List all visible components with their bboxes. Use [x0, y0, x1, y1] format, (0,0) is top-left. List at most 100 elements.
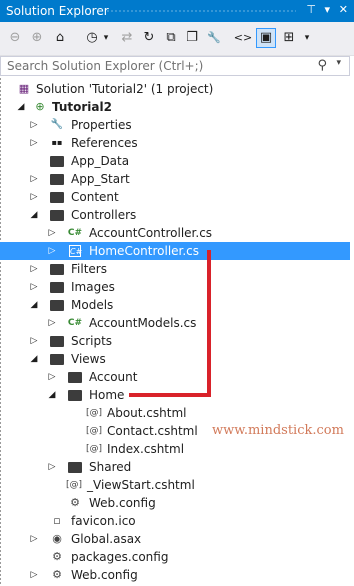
search-box[interactable]: Search Solution Explorer (Ctrl+;) ⚲ ▾: [0, 56, 350, 76]
solution-tree: ▦ Solution 'Tutorial2' (1 project) ◢ ⊕ T…: [0, 78, 354, 586]
tree-item-solution[interactable]: ▦ Solution 'Tutorial2' (1 project): [0, 80, 350, 98]
tree-item-label: Scripts: [71, 334, 113, 348]
refresh-icon[interactable]: ↻: [140, 28, 158, 48]
collapsed-arrow-icon[interactable]: ▷: [47, 242, 57, 260]
tree-item-label: packages.config: [71, 550, 169, 564]
tree-item-label: Images: [71, 280, 115, 294]
tree-item-references[interactable]: ▷ ▪▪ References: [0, 134, 350, 152]
tree-item-account-folder[interactable]: ▷ Account: [0, 368, 350, 386]
folder-icon: [49, 352, 65, 366]
wrench-icon: 🔧: [50, 119, 64, 130]
history-icon[interactable]: ◷: [83, 28, 101, 48]
config-file-icon: ⚙: [70, 496, 80, 509]
references-icon: ▪▪: [51, 138, 63, 147]
tree-item-global-asax[interactable]: ▷ ◉ Global.asax: [0, 530, 350, 548]
collapse-all-icon[interactable]: ⧉: [162, 28, 180, 48]
toolbar-dropdown-icon[interactable]: ▾: [302, 28, 312, 48]
folder-icon: [49, 262, 65, 276]
title-grip[interactable]: [106, 9, 296, 14]
collapsed-arrow-icon[interactable]: ▷: [29, 134, 39, 152]
tree-item-label: Tutorial2: [52, 100, 112, 114]
tree-item-label: HomeController.cs: [89, 244, 200, 258]
collapsed-arrow-icon[interactable]: ▷: [47, 314, 57, 332]
tree-item-scripts[interactable]: ▷ Scripts: [0, 332, 350, 350]
home-icon[interactable]: ⌂: [51, 28, 69, 48]
tree-item-viewstart[interactable]: [@] _ViewStart.cshtml: [0, 476, 350, 494]
tree-item-images[interactable]: ▷ Images: [0, 278, 350, 296]
tree-item-account-controller[interactable]: ▷ C# AccountController.cs: [0, 224, 350, 242]
tree-item-home-controller[interactable]: ▷ C# HomeController.cs: [0, 242, 350, 260]
expanded-arrow-icon[interactable]: ◢: [29, 296, 39, 314]
tree-item-about-view[interactable]: [@] About.cshtml: [0, 404, 350, 422]
expanded-arrow-icon[interactable]: ◢: [47, 386, 57, 404]
tree-item-account-models[interactable]: ▷ C# AccountModels.cs: [0, 314, 350, 332]
panel-title: Solution Explorer: [6, 4, 109, 18]
properties-icon[interactable]: 🔧: [205, 28, 223, 48]
tree-item-label: About.cshtml: [107, 406, 187, 420]
close-icon[interactable]: ✕: [339, 3, 348, 16]
razor-file-icon: [@]: [65, 480, 83, 490]
tree-item-filters[interactable]: ▷ Filters: [0, 260, 350, 278]
folder-icon: [49, 334, 65, 348]
project-icon: ⊕: [35, 100, 45, 113]
collapsed-arrow-icon[interactable]: ▷: [29, 530, 39, 548]
csharp-file-icon: C#: [67, 318, 83, 328]
tree-item-packages-config[interactable]: ⚙ packages.config: [0, 548, 350, 566]
search-icon[interactable]: ⚲: [317, 58, 327, 73]
search-options-icon[interactable]: ▾: [336, 58, 341, 68]
expanded-arrow-icon[interactable]: ◢: [29, 350, 39, 368]
folder-icon: [49, 172, 65, 186]
collapsed-arrow-icon[interactable]: ▷: [29, 260, 39, 278]
collapsed-arrow-icon[interactable]: ▷: [29, 278, 39, 296]
sync-icon[interactable]: ⇄: [118, 28, 136, 48]
tree-item-views[interactable]: ◢ Views: [0, 350, 350, 368]
tree-item-index-view[interactable]: [@] Index.cshtml: [0, 440, 350, 458]
history-dropdown-icon[interactable]: ▾: [101, 28, 111, 48]
annotation-line-vertical: [207, 250, 211, 396]
tree-item-shared-folder[interactable]: ▷ Shared: [0, 458, 350, 476]
expanded-arrow-icon[interactable]: ◢: [16, 98, 26, 116]
expanded-arrow-icon[interactable]: ◢: [29, 206, 39, 224]
collapsed-arrow-icon[interactable]: ▷: [29, 116, 39, 134]
collapsed-arrow-icon[interactable]: ▷: [47, 224, 57, 242]
annotation-line-horizontal: [129, 393, 211, 397]
class-view-icon[interactable]: ⊞: [280, 28, 298, 48]
razor-file-icon: [@]: [85, 408, 103, 418]
tree-item-favicon[interactable]: ▫ favicon.ico: [0, 512, 350, 530]
tree-item-label: Models: [71, 298, 114, 312]
tree-item-app-data[interactable]: App_Data: [0, 152, 350, 170]
tree-item-controllers[interactable]: ◢ Controllers: [0, 206, 350, 224]
tree-item-views-web-config[interactable]: ⚙ Web.config: [0, 494, 350, 512]
tree-item-app-start[interactable]: ▷ App_Start: [0, 170, 350, 188]
forward-icon[interactable]: ⊕: [28, 28, 46, 48]
preview-icon[interactable]: ▣: [256, 28, 276, 48]
tree-item-models[interactable]: ◢ Models: [0, 296, 350, 314]
tree-item-label: Filters: [71, 262, 107, 276]
folder-icon: [49, 280, 65, 294]
folder-icon: [49, 298, 65, 312]
tree-item-content[interactable]: ▷ Content: [0, 188, 350, 206]
tree-item-label: Global.asax: [71, 532, 142, 546]
back-icon[interactable]: ⊖: [6, 28, 24, 48]
tree-item-label: Views: [71, 352, 106, 366]
tree-item-project[interactable]: ◢ ⊕ Tutorial2: [0, 98, 350, 116]
collapsed-arrow-icon[interactable]: ▷: [29, 566, 39, 584]
asax-file-icon: ◉: [52, 532, 62, 545]
view-code-icon[interactable]: <>: [232, 28, 254, 48]
show-all-files-icon[interactable]: ❐: [183, 28, 201, 48]
tree-item-web-config[interactable]: ▷ ⚙ Web.config: [0, 566, 350, 584]
search-input[interactable]: Search Solution Explorer (Ctrl+;): [7, 59, 203, 73]
collapsed-arrow-icon[interactable]: ▷: [47, 458, 57, 476]
tree-item-label: Account: [89, 370, 138, 384]
watermark: www.mindstick.com: [212, 423, 344, 438]
pin-icon[interactable]: ⊤: [306, 3, 316, 16]
dropdown-icon[interactable]: ▾: [324, 3, 330, 16]
collapsed-arrow-icon[interactable]: ▷: [29, 332, 39, 350]
folder-icon: [67, 460, 83, 474]
collapsed-arrow-icon[interactable]: ▷: [29, 170, 39, 188]
folder-icon: [49, 208, 65, 222]
folder-icon: [67, 388, 83, 402]
collapsed-arrow-icon[interactable]: ▷: [47, 368, 57, 386]
tree-item-properties[interactable]: ▷ 🔧 Properties: [0, 116, 350, 134]
collapsed-arrow-icon[interactable]: ▷: [29, 188, 39, 206]
